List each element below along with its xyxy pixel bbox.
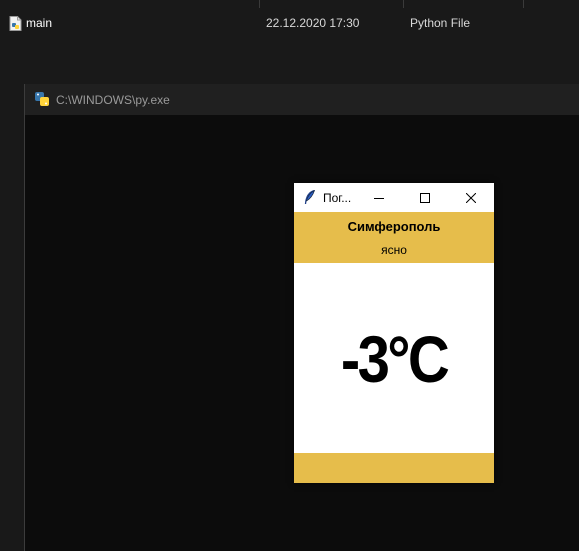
- column-header-strip: [0, 0, 579, 8]
- python-launcher-icon: [34, 91, 50, 107]
- close-icon: [466, 192, 476, 203]
- close-button[interactable]: [448, 183, 494, 212]
- weather-description: ясно: [381, 243, 407, 257]
- file-type: Python File: [410, 16, 471, 30]
- weather-app-window[interactable]: Пог... Симферополь ясно -3°C: [294, 183, 494, 483]
- column-separator[interactable]: [403, 0, 404, 8]
- file-row[interactable]: main 22.12.2020 17:30 Python File: [0, 13, 579, 35]
- app-title: Пог...: [323, 191, 352, 205]
- console-titlebar[interactable]: C:\WINDOWS\py.exe: [25, 84, 579, 115]
- temperature-value: -3°C: [340, 322, 450, 396]
- app-titlebar[interactable]: Пог...: [294, 183, 494, 212]
- maximize-button[interactable]: [402, 183, 448, 212]
- weather-footer: [294, 453, 494, 483]
- column-separator[interactable]: [523, 0, 524, 8]
- temperature-panel: -3°C: [294, 263, 494, 453]
- minimize-icon: [374, 197, 384, 199]
- console-title: C:\WINDOWS\py.exe: [56, 93, 170, 107]
- weather-header: Симферополь ясно: [294, 212, 494, 263]
- maximize-icon: [420, 192, 430, 203]
- file-modified-date: 22.12.2020 17:30: [266, 16, 360, 30]
- python-file-icon: [9, 16, 22, 31]
- tk-feather-icon: [304, 189, 316, 205]
- file-name[interactable]: main: [26, 16, 52, 30]
- city-label: Симферополь: [347, 219, 441, 234]
- minimize-button[interactable]: [356, 183, 402, 212]
- column-separator[interactable]: [259, 0, 260, 8]
